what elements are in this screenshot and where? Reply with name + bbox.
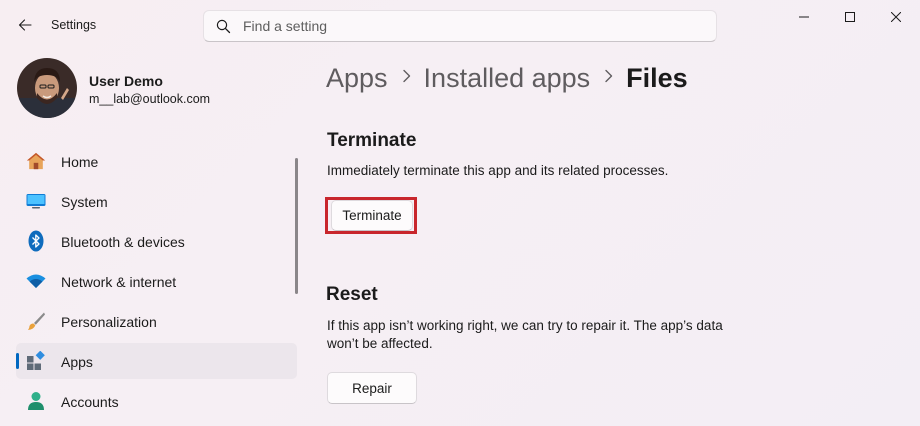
sidebar-item-label: Home bbox=[61, 154, 99, 170]
sidebar-item-home[interactable]: Home bbox=[16, 143, 297, 179]
sidebar-item-label: Apps bbox=[61, 354, 93, 370]
terminate-description: Immediately terminate this app and its r… bbox=[327, 163, 669, 178]
person-icon bbox=[26, 391, 46, 411]
search-icon bbox=[216, 19, 231, 33]
user-name: User Demo bbox=[89, 73, 163, 89]
sidebar-item-network[interactable]: Network & internet bbox=[16, 263, 297, 299]
home-icon bbox=[26, 151, 46, 171]
sidebar-item-apps[interactable]: Apps bbox=[16, 343, 297, 379]
close-button[interactable] bbox=[873, 0, 919, 34]
sidebar-nav: Home System Bluetooth & devices Network … bbox=[16, 143, 297, 423]
active-indicator bbox=[16, 353, 19, 369]
wifi-icon bbox=[26, 271, 46, 291]
sidebar-item-system[interactable]: System bbox=[16, 183, 297, 219]
minimize-icon bbox=[799, 16, 809, 18]
close-icon bbox=[891, 12, 901, 22]
repair-button[interactable]: Repair bbox=[327, 372, 417, 404]
sidebar-item-label: System bbox=[61, 194, 108, 210]
maximize-icon bbox=[845, 12, 855, 22]
sidebar-scrollbar[interactable] bbox=[295, 158, 298, 294]
sidebar-item-bluetooth[interactable]: Bluetooth & devices bbox=[16, 223, 297, 259]
sidebar-item-label: Bluetooth & devices bbox=[61, 234, 185, 250]
page-title: Files bbox=[626, 62, 688, 93]
user-avatar-image bbox=[17, 58, 77, 118]
minimize-button[interactable] bbox=[781, 0, 827, 34]
maximize-button[interactable] bbox=[827, 0, 873, 34]
brush-icon bbox=[26, 311, 46, 331]
bluetooth-icon bbox=[26, 230, 46, 252]
avatar[interactable] bbox=[17, 58, 77, 118]
sidebar-item-personalization[interactable]: Personalization bbox=[16, 303, 297, 339]
terminate-button[interactable]: Terminate bbox=[331, 200, 413, 231]
terminate-heading: Terminate bbox=[327, 130, 417, 151]
breadcrumb-installed-apps[interactable]: Installed apps bbox=[424, 63, 591, 94]
monitor-icon bbox=[26, 191, 46, 211]
arrow-left-icon bbox=[18, 19, 32, 31]
search-box[interactable] bbox=[203, 10, 717, 42]
reset-description-line2: won’t be affected. bbox=[327, 336, 433, 351]
search-input[interactable] bbox=[243, 18, 683, 34]
breadcrumb-apps[interactable]: Apps bbox=[326, 63, 388, 94]
chevron-right-icon bbox=[604, 67, 613, 88]
sidebar-item-label: Accounts bbox=[61, 394, 119, 410]
reset-heading: Reset bbox=[326, 284, 378, 305]
app-title: Settings bbox=[51, 18, 97, 32]
title-bar: Settings bbox=[0, 0, 920, 50]
apps-icon bbox=[26, 351, 46, 371]
sidebar-item-label: Personalization bbox=[61, 314, 157, 330]
breadcrumb: Apps Installed apps Files bbox=[326, 58, 688, 98]
sidebar-item-accounts[interactable]: Accounts bbox=[16, 383, 297, 419]
user-email: m__lab@outlook.com bbox=[89, 92, 211, 106]
sidebar-item-label: Network & internet bbox=[61, 274, 177, 290]
reset-description-line1: If this app isn’t working right, we can … bbox=[327, 318, 723, 333]
back-button[interactable] bbox=[10, 10, 40, 40]
chevron-right-icon bbox=[402, 67, 411, 88]
